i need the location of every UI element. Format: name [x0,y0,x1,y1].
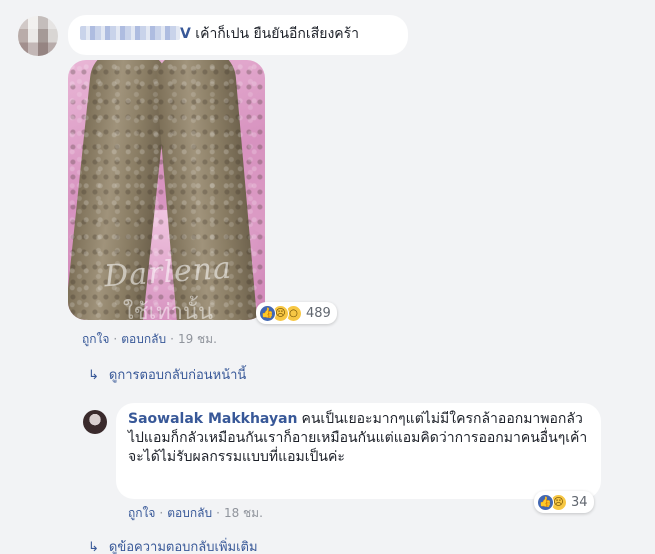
like-icon: 👍 [537,493,554,511]
reply-arrow-icon: ↳ [88,368,99,383]
reply-link[interactable]: ตอบกลับ [167,506,212,520]
previous-replies-link[interactable]: ↳ ดูการตอบกลับก่อนหน้านี้ [88,364,246,385]
comment-timestamp[interactable]: 19 ชม. [178,332,217,346]
reply-author-name[interactable]: Saowalak Makkhayan [128,411,297,427]
reaction-summary[interactable]: 👍 ☹ ○ 489 [256,302,337,324]
comment-text: เค้าก็เปน ยืนยันอีกเสียงคร้า [195,26,360,42]
commenter-avatar[interactable] [18,16,58,56]
previous-replies-label[interactable]: ดูการตอบกลับก่อนหน้านี้ [109,368,246,383]
more-replies-link[interactable]: ↳ ดูข้อความตอบกลับเพิ่มเติม [88,536,258,554]
like-link[interactable]: ถูกใจ [82,332,109,346]
reply-timestamp[interactable]: 18 ชม. [224,506,263,520]
reply-arrow-icon: ↳ [88,540,99,554]
comment-actions: ถูกใจ · ตอบกลับ · 19 ชม. [82,332,217,346]
reply-link[interactable]: ตอบกลับ [121,332,166,346]
photo-watermark-sub: ใช้เท่านั้น [122,300,214,320]
reply-reaction-count: 34 [571,494,588,510]
like-link[interactable]: ถูกใจ [128,506,155,520]
more-replies-label[interactable]: ดูข้อความตอบกลับเพิ่มเติม [109,540,258,554]
reply-actions: ถูกใจ · ตอบกลับ · 18 ชม. [128,506,263,520]
blurred-commenter-name[interactable] [80,26,180,40]
reply-author-avatar[interactable] [83,410,107,434]
comment-bubble: V เค้าก็เปน ยืนยันอีกเสียงคร้า [68,15,408,55]
comment-photo[interactable]: Darlena ใช้เท่านั้น [68,60,265,320]
reply-bubble: Saowalak Makkhayan คนเป็นเยอะมากๆแต่ไม่มี… [116,403,601,499]
commenter-name-tail[interactable]: V [180,26,191,42]
reply-reaction-summary[interactable]: 👍 ☹ 34 [534,491,594,513]
reaction-count: 489 [306,305,331,321]
like-icon: 👍 [259,304,276,322]
